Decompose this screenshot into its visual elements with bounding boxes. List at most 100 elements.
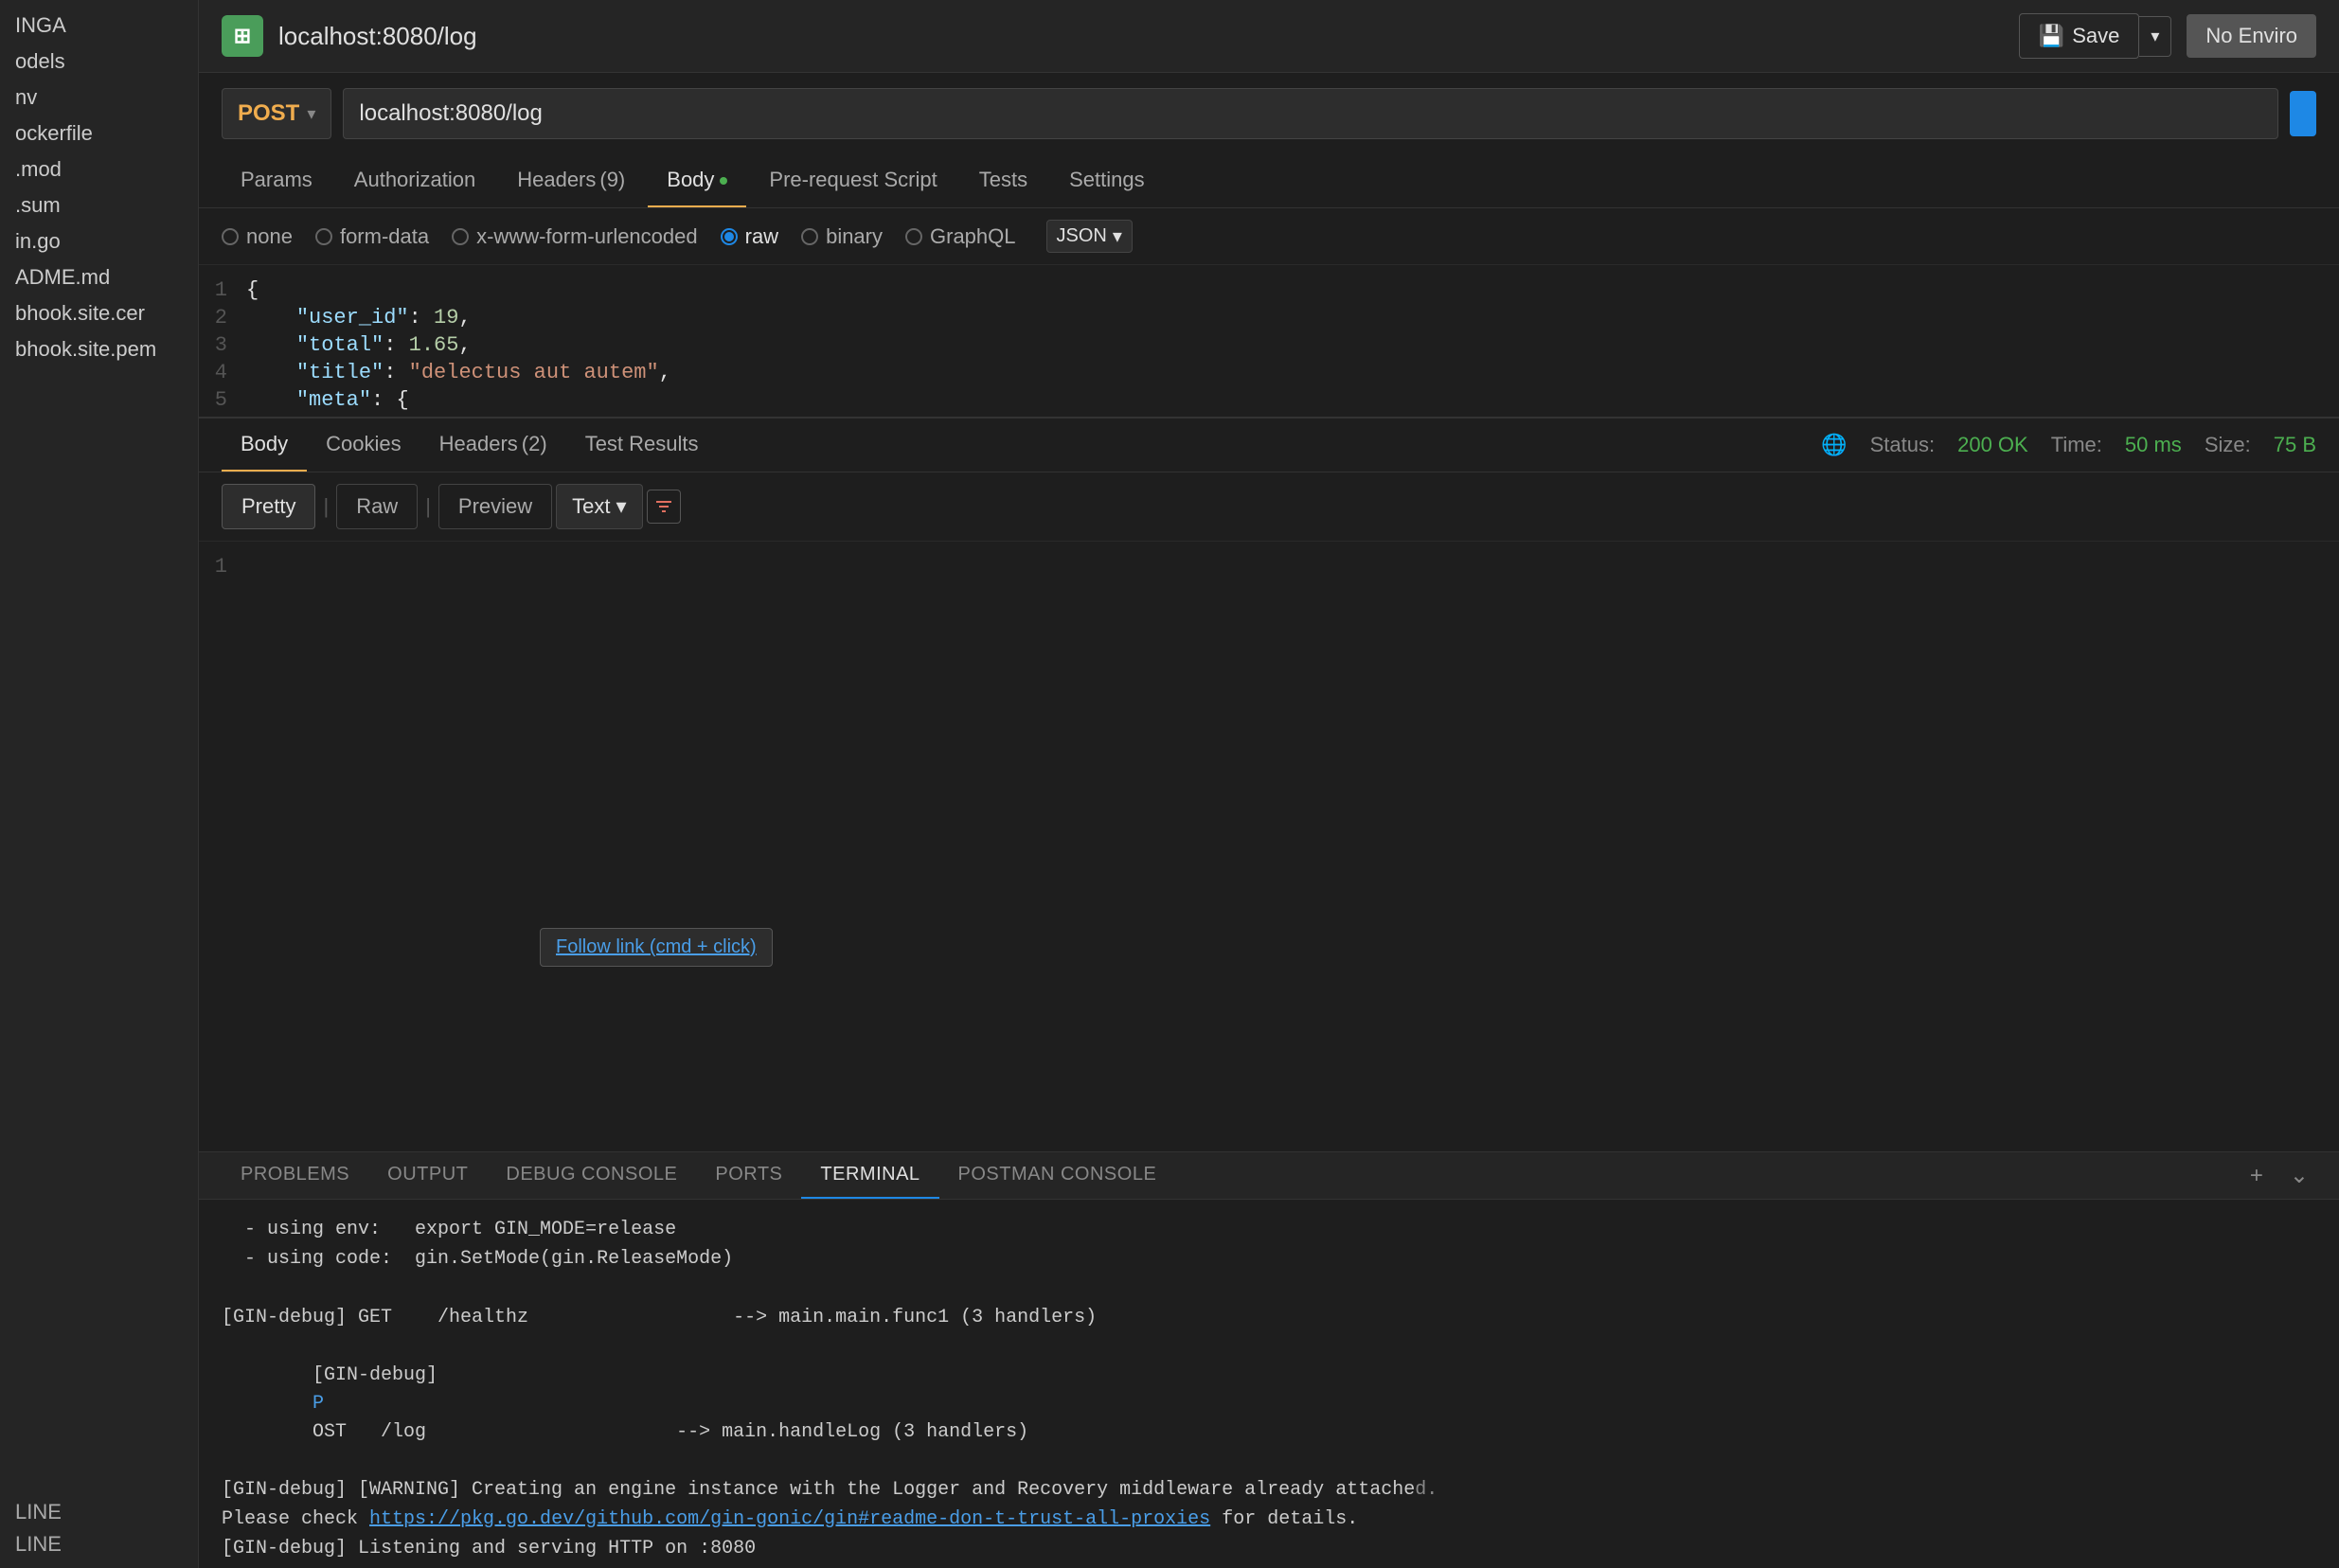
body-option-raw-label: raw bbox=[745, 224, 778, 249]
bottom-tab-debug[interactable]: DEBUG CONSOLE bbox=[487, 1152, 696, 1199]
method-select[interactable]: POST ▾ bbox=[222, 88, 331, 139]
url-display: localhost:8080/log bbox=[278, 22, 2004, 51]
json-type-select[interactable]: JSON ▾ bbox=[1046, 220, 1133, 253]
radio-form-data[interactable] bbox=[315, 228, 332, 245]
terminal-link[interactable]: https://pkg.go.dev/github.com/gin-gonic/… bbox=[369, 1508, 1210, 1530]
body-option-urlencoded[interactable]: x-www-form-urlencoded bbox=[452, 224, 698, 249]
sidebar-item-main-go[interactable]: in.go bbox=[0, 223, 198, 259]
bottom-tab-problems[interactable]: PROBLEMS bbox=[222, 1152, 368, 1199]
globe-icon: 🌐 bbox=[1821, 433, 1847, 457]
resp-separator: | bbox=[319, 494, 332, 519]
terminal-line-0: - using env: export GIN_MODE=release bbox=[222, 1216, 2316, 1244]
terminal-line-6: [GIN-debug] Listening and serving HTTP o… bbox=[222, 1535, 2316, 1563]
response-section: Body Cookies Headers(2) Test Results 🌐 S… bbox=[199, 418, 2339, 1151]
filter-icon[interactable] bbox=[647, 490, 681, 524]
response-status: 🌐 Status: 200 OK Time: 50 ms Size: 75 B bbox=[1821, 433, 2316, 457]
terminal-line-2 bbox=[222, 1274, 2316, 1303]
code-line-4: 4 "title": "delectus aut autem", bbox=[199, 359, 2339, 386]
body-option-raw[interactable]: raw bbox=[721, 224, 778, 249]
sidebar-item-models[interactable]: odels bbox=[0, 44, 198, 80]
body-options-row: none form-data x-www-form-urlencoded raw… bbox=[199, 208, 2339, 265]
json-type-label: JSON bbox=[1057, 225, 1107, 247]
code-line-2: 2 "user_id": 19, bbox=[199, 304, 2339, 331]
terminal-line-5: [GIN-debug] [WARNING] Creating an engine… bbox=[222, 1476, 2316, 1505]
radio-raw[interactable] bbox=[721, 228, 738, 245]
terminal-line-7: [GIN] 2024/02/13 - 19:23:56 | 200 | 133μ… bbox=[222, 1564, 2316, 1568]
save-button[interactable]: 💾 Save bbox=[2019, 13, 2140, 59]
tab-settings[interactable]: Settings bbox=[1050, 154, 1164, 207]
bottom-tab-ports[interactable]: PORTS bbox=[696, 1152, 801, 1199]
no-env-button[interactable]: No Enviro bbox=[2187, 14, 2316, 58]
method-label: POST bbox=[238, 100, 299, 127]
sidebar-item-env[interactable]: nv bbox=[0, 80, 198, 116]
send-button[interactable] bbox=[2290, 91, 2316, 136]
resp-text-dropdown-icon: ▾ bbox=[616, 494, 627, 519]
radio-none[interactable] bbox=[222, 228, 239, 245]
sidebar-item-pem[interactable]: bhook.site.pem bbox=[0, 331, 198, 367]
response-options-row: Pretty | Raw | Preview Text ▾ bbox=[199, 472, 2339, 542]
tab-body[interactable]: Body bbox=[648, 154, 746, 207]
response-body-content[interactable]: 1 bbox=[199, 542, 2339, 1151]
radio-binary[interactable] bbox=[801, 228, 818, 245]
resp-tab-headers[interactable]: Headers(2) bbox=[420, 419, 566, 472]
bottom-tab-output[interactable]: OUTPUT bbox=[368, 1152, 487, 1199]
sidebar-bottom-line2: LINE bbox=[15, 1528, 183, 1560]
bottom-tab-postman-console[interactable]: POSTMAN CONSOLE bbox=[939, 1152, 1176, 1199]
body-option-binary[interactable]: binary bbox=[801, 224, 883, 249]
body-option-form-data-label: form-data bbox=[340, 224, 429, 249]
tab-params[interactable]: Params bbox=[222, 154, 331, 207]
tab-authorization[interactable]: Authorization bbox=[335, 154, 494, 207]
time-value: 50 ms bbox=[2125, 433, 2182, 457]
status-value: 200 OK bbox=[1957, 433, 2028, 457]
sidebar-item-mod[interactable]: .mod bbox=[0, 151, 198, 187]
sidebar-item-dockerfile[interactable]: ockerfile bbox=[0, 116, 198, 151]
body-option-urlencoded-label: x-www-form-urlencoded bbox=[476, 224, 698, 249]
tab-headers[interactable]: Headers(9) bbox=[498, 154, 644, 207]
terminal-line-1: - using code: gin.SetMode(gin.ReleaseMod… bbox=[222, 1245, 2316, 1274]
save-dropdown-button[interactable]: ▾ bbox=[2139, 16, 2171, 57]
body-option-form-data[interactable]: form-data bbox=[315, 224, 429, 249]
app-icon-symbol: ⊞ bbox=[234, 24, 251, 48]
bottom-tabs-row: PROBLEMS OUTPUT DEBUG CONSOLE PORTS TERM… bbox=[199, 1152, 2339, 1200]
sidebar-item-cer[interactable]: bhook.site.cer bbox=[0, 295, 198, 331]
resp-tab-cookies[interactable]: Cookies bbox=[307, 419, 420, 472]
request-body-editor[interactable]: 1 { 2 "user_id": 19, 3 "total": 1.65, 4 … bbox=[199, 265, 2339, 417]
tab-pre-request[interactable]: Pre-request Script bbox=[750, 154, 955, 207]
code-line-5: 5 "meta": { bbox=[199, 386, 2339, 414]
resp-tab-body[interactable]: Body bbox=[222, 419, 307, 472]
resp-separator2: | bbox=[421, 494, 435, 519]
sidebar-item-readme[interactable]: ADME.md bbox=[0, 259, 198, 295]
method-dropdown-arrow: ▾ bbox=[307, 104, 315, 124]
body-option-binary-label: binary bbox=[826, 224, 883, 249]
resp-text-label: Text bbox=[572, 494, 610, 519]
size-value: 75 B bbox=[2274, 433, 2316, 457]
json-dropdown-icon: ▾ bbox=[1113, 224, 1122, 248]
add-terminal-button[interactable]: + bbox=[2242, 1159, 2271, 1193]
sidebar-item-sum[interactable]: .sum bbox=[0, 187, 198, 223]
radio-graphql[interactable] bbox=[905, 228, 922, 245]
terminal-content[interactable]: - using env: export GIN_MODE=release - u… bbox=[199, 1200, 2339, 1568]
terminal-follow-link-trigger[interactable]: P bbox=[312, 1393, 324, 1415]
status-label: Status: bbox=[1870, 433, 1935, 457]
sidebar-item-inga[interactable]: INGA bbox=[0, 8, 198, 44]
collapse-terminal-button[interactable]: ⌄ bbox=[2282, 1158, 2316, 1193]
tab-tests[interactable]: Tests bbox=[960, 154, 1046, 207]
terminal-text-post: [GIN-debug] bbox=[312, 1364, 449, 1386]
body-option-graphql[interactable]: GraphQL bbox=[905, 224, 1016, 249]
body-option-graphql-label: GraphQL bbox=[930, 224, 1016, 249]
save-label: Save bbox=[2072, 24, 2119, 48]
terminal-text-ost: OST /log --> main.handleLog (3 handlers) bbox=[312, 1421, 1028, 1443]
body-option-none[interactable]: none bbox=[222, 224, 293, 249]
method-url-row: POST ▾ bbox=[199, 73, 2339, 154]
sidebar: INGA odels nv ockerfile .mod .sum in.go … bbox=[0, 0, 199, 1568]
resp-pretty-button[interactable]: Pretty bbox=[222, 484, 315, 529]
radio-urlencoded[interactable] bbox=[452, 228, 469, 245]
resp-preview-button[interactable]: Preview bbox=[438, 484, 552, 529]
resp-text-dropdown[interactable]: Text ▾ bbox=[556, 484, 642, 529]
resp-tab-test-results[interactable]: Test Results bbox=[566, 419, 718, 472]
resp-raw-button[interactable]: Raw bbox=[336, 484, 418, 529]
code-line-1: 1 { bbox=[199, 276, 2339, 304]
url-input[interactable] bbox=[343, 88, 2278, 139]
sidebar-bottom-line1: LINE bbox=[15, 1496, 183, 1528]
bottom-tab-terminal[interactable]: TERMINAL bbox=[801, 1152, 938, 1199]
